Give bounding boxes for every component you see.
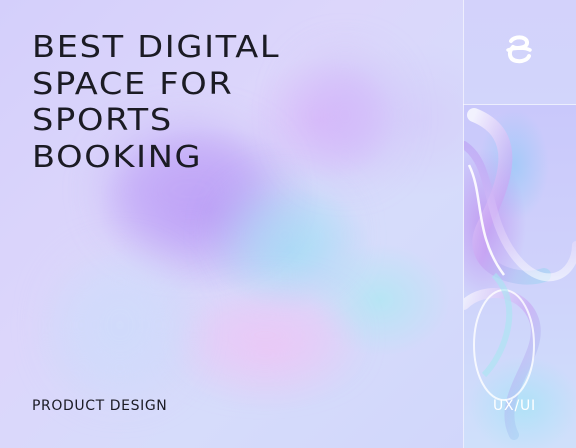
gradient-blob bbox=[190, 300, 340, 370]
brand-logo-icon bbox=[506, 35, 532, 64]
headline-line: BOOKING bbox=[32, 139, 203, 175]
gradient-blob bbox=[230, 190, 340, 280]
gradient-blob bbox=[60, 260, 180, 390]
headline-line: SPACE FOR bbox=[32, 66, 234, 102]
headline-line: SPORTS bbox=[32, 103, 173, 138]
discipline-label: UX/UI bbox=[493, 398, 536, 414]
category-label: PRODUCT DESIGN bbox=[32, 398, 168, 414]
headline-line: BEST DIGITAL bbox=[32, 30, 281, 65]
headline: BEST DIGITAL SPACE FOR SPORTS BOOKING bbox=[32, 30, 502, 176]
